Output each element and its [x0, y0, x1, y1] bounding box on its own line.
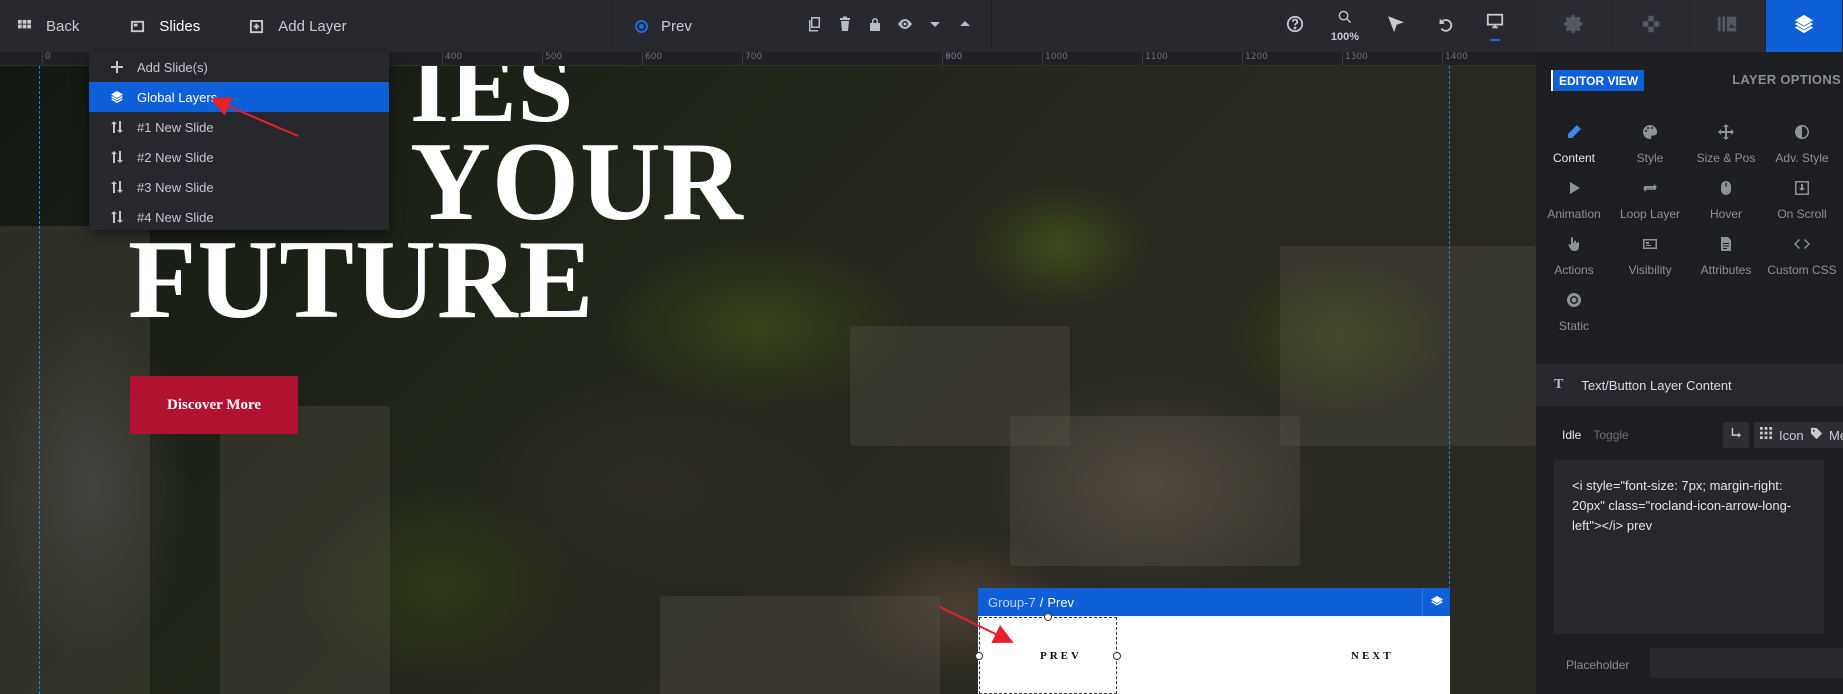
option-label: Custom CSS — [1767, 263, 1837, 277]
tab-toggle[interactable]: Toggle — [1593, 428, 1628, 442]
document-icon — [1718, 236, 1734, 257]
option-static[interactable]: Static — [1536, 292, 1612, 342]
option-adv-style[interactable]: Adv. Style — [1764, 124, 1840, 174]
option-actions[interactable]: Actions — [1536, 236, 1612, 286]
visibility-icon — [1642, 236, 1658, 257]
tab-idle[interactable]: Idle — [1562, 428, 1581, 442]
grid-icon — [1760, 427, 1779, 443]
meta-button[interactable]: Meta — [1804, 422, 1843, 448]
placeholder-input[interactable] — [1650, 648, 1843, 678]
option-label: On Scroll — [1777, 207, 1827, 221]
icon-button-label: Icon — [1779, 427, 1804, 443]
option-size-pos[interactable]: Size & Pos — [1688, 124, 1764, 174]
line-break-button[interactable] — [1723, 422, 1749, 448]
loop-icon — [1642, 180, 1658, 201]
mouse-icon — [1718, 180, 1734, 201]
option-label: Content — [1552, 151, 1596, 165]
placeholder-label: Placeholder — [1566, 658, 1630, 672]
option-label: Static — [1558, 319, 1589, 333]
download-icon — [1794, 180, 1810, 201]
meta-button-label: Meta — [1829, 427, 1843, 443]
option-hover[interactable]: Hover — [1688, 180, 1764, 230]
text-type-icon: T — [1554, 377, 1564, 392]
option-label: Actions — [1554, 263, 1594, 277]
option-label: Loop Layer — [1619, 207, 1681, 221]
option-label: Visibility — [1628, 263, 1672, 277]
play-icon — [1566, 180, 1582, 201]
option-label: Size & Pos — [1696, 151, 1756, 165]
option-style[interactable]: Style — [1612, 124, 1688, 174]
code-icon — [1794, 236, 1810, 257]
move-icon — [1718, 124, 1734, 145]
contrast-icon — [1794, 124, 1810, 145]
option-label: Style — [1636, 151, 1664, 165]
tag-icon — [1810, 427, 1829, 443]
layer-content-textarea[interactable]: <i style="font-size: 7px; margin-right: … — [1554, 460, 1824, 634]
option-visibility[interactable]: Visibility — [1612, 236, 1688, 286]
option-custom-css[interactable]: Custom CSS — [1764, 236, 1840, 286]
line-break-icon — [1729, 427, 1748, 443]
option-on-scroll[interactable]: On Scroll — [1764, 180, 1840, 230]
option-label: Adv. Style — [1775, 151, 1829, 165]
record-icon — [1566, 292, 1582, 313]
option-label: Hover — [1709, 207, 1742, 221]
option-label: Attributes — [1700, 263, 1752, 277]
pencil-icon — [1566, 124, 1582, 145]
icon-button[interactable]: Icon — [1754, 422, 1810, 448]
option-loop-layer[interactable]: Loop Layer — [1612, 180, 1688, 230]
option-attributes[interactable]: Attributes — [1688, 236, 1764, 286]
option-label: Animation — [1547, 207, 1601, 221]
content-state-row: Idle Toggle Icon Meta — [1554, 422, 1843, 448]
layer-options-panel: EDITOR VIEW LAYER OPTIONS Content Style … — [1536, 52, 1843, 694]
pointer-hand-icon — [1566, 236, 1582, 257]
option-content[interactable]: Content — [1536, 124, 1612, 174]
layer-options-title[interactable]: LAYER OPTIONS — [1732, 72, 1841, 87]
palette-icon — [1642, 124, 1658, 145]
editor-view-tab[interactable]: EDITOR VIEW — [1551, 70, 1645, 91]
section-title: Text/Button Layer Content — [1581, 377, 1732, 393]
section-header-layer-content[interactable]: T Text/Button Layer Content — [1536, 364, 1843, 406]
option-animation[interactable]: Animation — [1536, 180, 1612, 230]
